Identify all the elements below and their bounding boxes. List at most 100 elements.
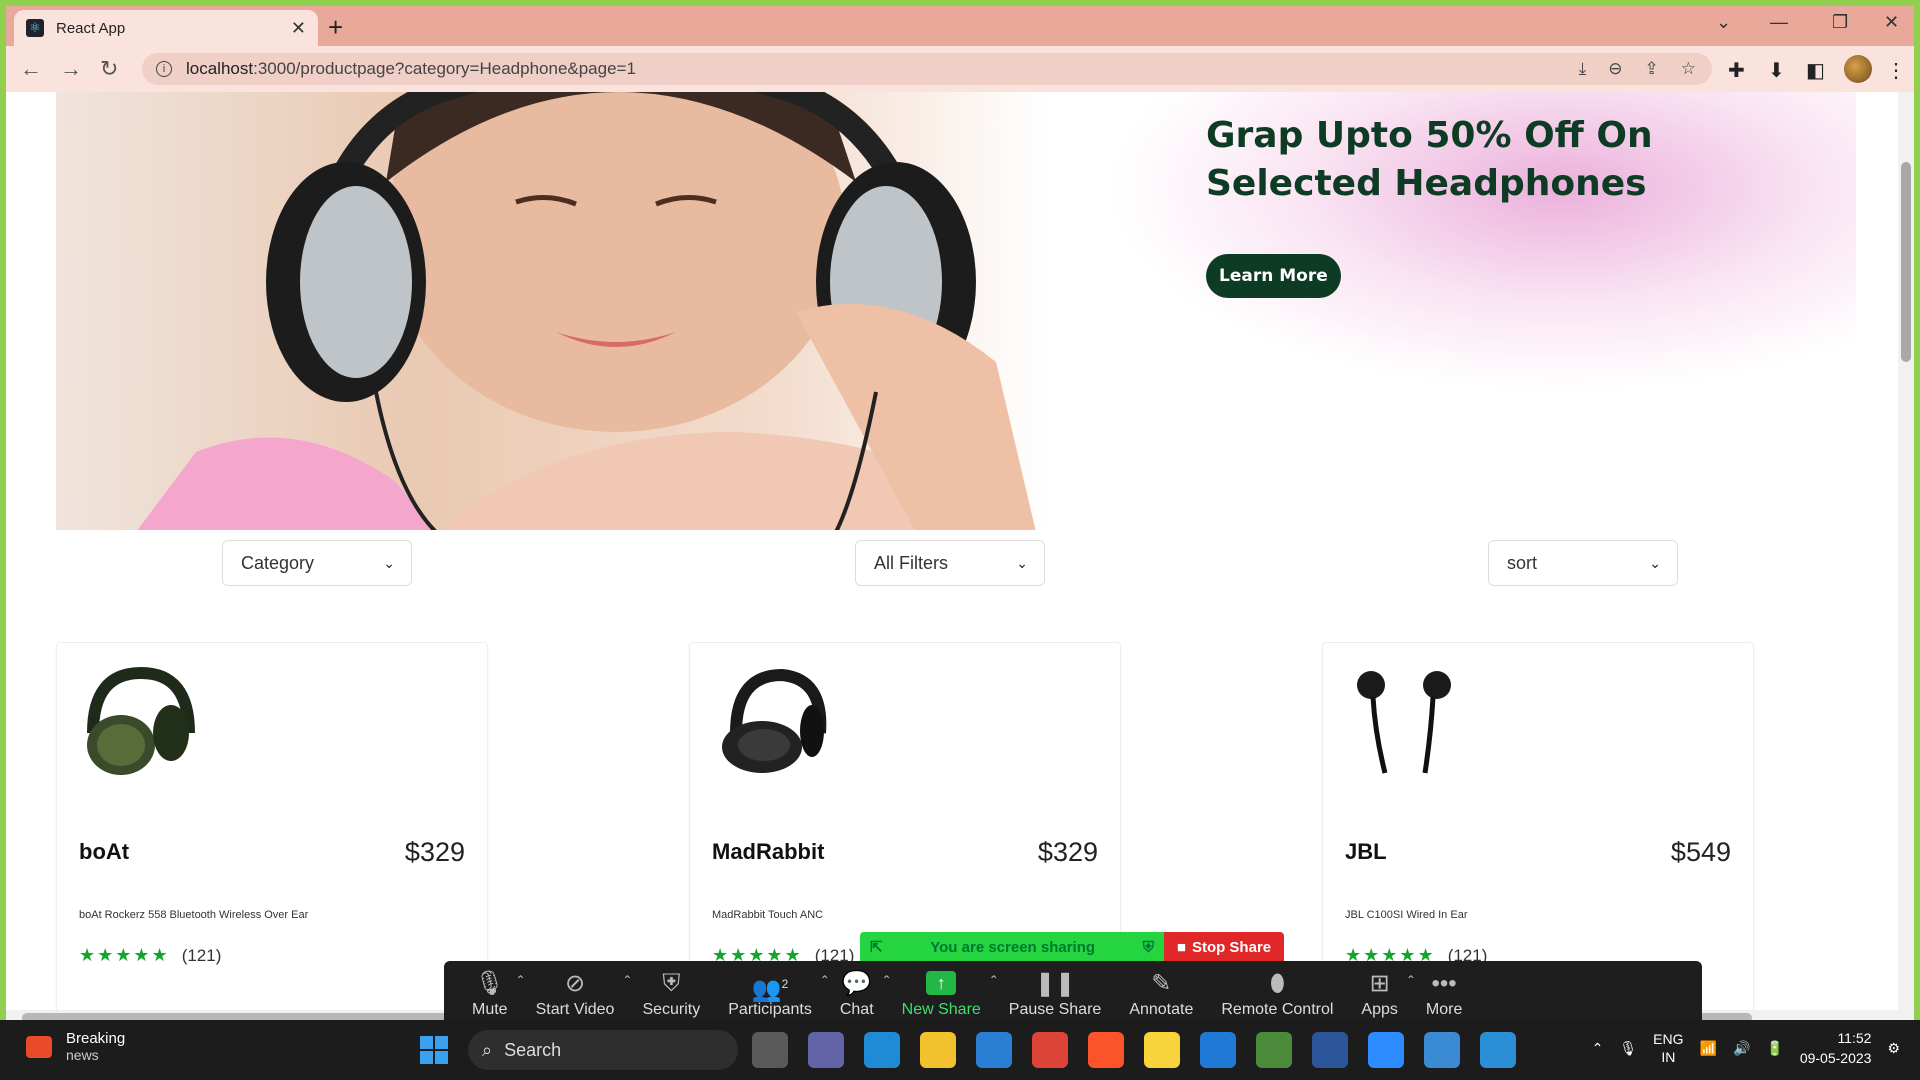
banner-headline: Grap Upto 50% Off On Selected Headphones	[1206, 115, 1653, 204]
settings-gear-icon[interactable]: ⚙	[1887, 1040, 1900, 1057]
sort-select[interactable]: sort ⌄	[1488, 540, 1678, 586]
tab-title: React App	[56, 19, 126, 37]
product-description: JBL C100SI Wired In Ear	[1345, 909, 1468, 921]
url-text[interactable]: localhost:3000/productpage?category=Head…	[186, 59, 636, 79]
chevron-down-icon: ⌄	[1016, 554, 1028, 571]
teams-icon[interactable]	[808, 1032, 844, 1068]
battery-icon[interactable]: 🔋	[1766, 1040, 1783, 1057]
product-page: Grap Upto 50% Off On Selected Headphones…	[6, 92, 1914, 1018]
chrome-active-icon[interactable]	[1256, 1032, 1292, 1068]
close-window-icon[interactable]: ✕	[1884, 12, 1899, 33]
vertical-scrollbar[interactable]	[1898, 92, 1914, 1012]
chevron-down-icon: ⌄	[383, 554, 395, 571]
task-view-icon[interactable]	[752, 1032, 788, 1068]
stop-share-label: Stop Share	[1191, 938, 1272, 956]
volume-icon[interactable]: 🔊	[1733, 1040, 1750, 1057]
pause-share-button[interactable]: ❚❚ Pause Share	[995, 961, 1116, 1027]
pencil-icon: ✎	[1151, 970, 1172, 997]
apps-grid-icon: ⊞	[1369, 970, 1390, 997]
system-tray: ⌃ 🎙 ENG IN 📶 🔊 🔋 11:52 09-05-2023 ⚙	[1592, 1028, 1900, 1068]
edge-icon[interactable]	[864, 1032, 900, 1068]
product-card[interactable]: boAt $329 boAt Rockerz 558 Bluetooth Wir…	[56, 642, 488, 1018]
close-tab-icon[interactable]: ✕	[291, 18, 306, 39]
sort-select-label: sort	[1507, 552, 1538, 573]
address-bar[interactable]: i localhost:3000/productpage?category=He…	[142, 53, 1712, 85]
category-select[interactable]: Category ⌄	[222, 540, 412, 586]
woman-with-headphones-image	[137, 92, 1036, 530]
sticky-notes-icon[interactable]	[1144, 1032, 1180, 1068]
learn-more-button[interactable]: Learn More	[1206, 254, 1341, 298]
sharing-status[interactable]: ⇱ You are screen sharing ⛨	[860, 932, 1164, 962]
security-button[interactable]: ⛨ Security	[628, 961, 714, 1027]
stop-share-button[interactable]: ■ Stop Share	[1164, 932, 1284, 962]
chevron-up-icon[interactable]: ⌃	[1592, 1040, 1604, 1057]
forward-arrow-icon[interactable]: →	[60, 56, 82, 82]
clock[interactable]: 11:52 09-05-2023	[1800, 1028, 1872, 1068]
chat-button[interactable]: 💬 Chat ⌃	[826, 961, 892, 1027]
vscode-icon[interactable]	[1200, 1032, 1236, 1068]
site-info-icon[interactable]: i	[156, 61, 172, 77]
participants-icon: 👥2	[751, 976, 789, 1003]
shield-icon: ⛨	[662, 970, 681, 997]
tab-search-chevron-icon[interactable]: ⌄	[1716, 12, 1731, 33]
downloads-icon[interactable]: ⬇	[1768, 58, 1785, 83]
participants-button[interactable]: 👥2 Participants ⌃	[714, 961, 830, 1027]
remote-control-button[interactable]: ⬮ Remote Control	[1207, 961, 1347, 1027]
menu-kebab-icon[interactable]: ⋮	[1886, 58, 1906, 83]
minimize-icon[interactable]: —	[1770, 12, 1788, 33]
news-widget[interactable]: Breaking news	[26, 1030, 125, 1063]
screen-sharing-banner: ⇱ You are screen sharing ⛨ ■ Stop Share	[860, 932, 1284, 962]
taskbar-search[interactable]: ⌕ Search	[468, 1030, 738, 1070]
all-filters-label: All Filters	[874, 552, 949, 573]
file-explorer-icon[interactable]	[920, 1032, 956, 1068]
reload-icon[interactable]: ↻	[100, 56, 118, 82]
boat-headphone-image	[87, 666, 195, 775]
all-filters-select[interactable]: All Filters ⌄	[855, 540, 1045, 586]
more-button[interactable]: ••• More	[1412, 961, 1476, 1027]
review-count: (121)	[181, 945, 222, 965]
zoom-icon[interactable]	[1368, 1032, 1404, 1068]
product-brand: JBL	[1345, 839, 1387, 864]
product-brand: MadRabbit	[712, 839, 825, 864]
windows-start-icon[interactable]	[420, 1036, 448, 1064]
scrollbar-thumb[interactable]	[1901, 162, 1911, 362]
mouse-icon: ⬮	[1269, 970, 1285, 997]
restore-icon[interactable]: ❐	[1832, 12, 1848, 33]
react-favicon-icon: ⚛	[26, 19, 44, 37]
annotate-button[interactable]: ✎ Annotate	[1115, 961, 1207, 1027]
language-indicator[interactable]: ENG IN	[1653, 1030, 1683, 1066]
product-description: MadRabbit Touch ANC	[712, 909, 824, 921]
bookmark-star-icon[interactable]: ☆	[1681, 59, 1696, 79]
mail-icon[interactable]	[976, 1032, 1012, 1068]
product-price: $329	[404, 837, 465, 867]
profile-avatar[interactable]	[1844, 55, 1872, 83]
tab-react-app[interactable]: ⚛ React App ✕	[14, 10, 318, 46]
browser-window: ⚛ React App ✕ + ⌄ — ❐ ✕ ← → ↻ i localhos…	[0, 0, 1920, 1080]
microphone-icon[interactable]: 🎙	[1619, 1040, 1637, 1057]
chrome-icon[interactable]	[1032, 1032, 1068, 1068]
side-panel-icon[interactable]: ◧	[1806, 58, 1825, 83]
news-title: Breaking	[66, 1030, 126, 1047]
photos-icon[interactable]	[1480, 1032, 1516, 1068]
install-app-icon[interactable]: ⤓	[1579, 59, 1587, 79]
word-icon[interactable]	[1312, 1032, 1348, 1068]
start-video-button[interactable]: ⊘ Start Video ⌃	[522, 961, 633, 1027]
zoom-meeting-controls: 🎙 Mute ⌃ ⊘ Start Video ⌃ ⛨ Security 👥2 Partici…	[444, 961, 1702, 1027]
windows-taskbar: Breaking news ⌕ Search ⌃ 🎙 ENG IN 📶 🔊 🔋	[0, 1020, 1920, 1080]
notepad-icon[interactable]	[1424, 1032, 1460, 1068]
zoom-icon[interactable]: ⊖	[1608, 59, 1622, 79]
back-arrow-icon[interactable]: ←	[20, 56, 42, 82]
news-icon	[26, 1035, 52, 1058]
mute-button[interactable]: 🎙 Mute ⌃	[458, 961, 526, 1027]
news-subtitle: news	[66, 1047, 99, 1063]
brave-icon[interactable]	[1088, 1032, 1124, 1068]
product-price: $329	[1037, 837, 1098, 867]
new-tab-button[interactable]: +	[328, 12, 343, 43]
jbl-earphone-image	[1357, 671, 1451, 774]
share-icon[interactable]: ⇪	[1645, 59, 1659, 79]
wifi-icon[interactable]: 📶	[1700, 1040, 1717, 1057]
new-share-button[interactable]: ↑ New Share ⌃	[888, 961, 999, 1027]
participants-count: 2	[781, 977, 789, 991]
apps-button[interactable]: ⊞ Apps ⌃	[1347, 961, 1415, 1027]
extensions-puzzle-icon[interactable]: ✚	[1728, 58, 1745, 83]
